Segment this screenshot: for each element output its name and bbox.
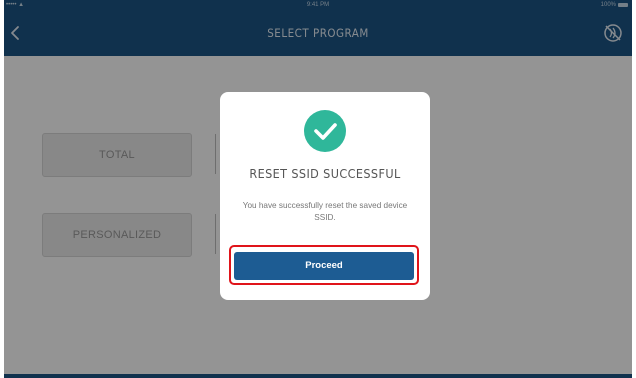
success-dialog: RESET SSID SUCCESSFUL You have successfu… <box>220 92 430 300</box>
proceed-button[interactable]: Proceed <box>234 252 414 280</box>
checkmark-icon <box>314 123 337 140</box>
dialog-message: You have successfully reset the saved de… <box>242 201 408 222</box>
dialog-title: RESET SSID SUCCESSFUL <box>249 166 401 181</box>
check-circle-icon <box>304 110 346 152</box>
app-window: ••••• ▲ 9:41 PM 100% SELECT PROGRAM TOTA… <box>4 0 632 378</box>
